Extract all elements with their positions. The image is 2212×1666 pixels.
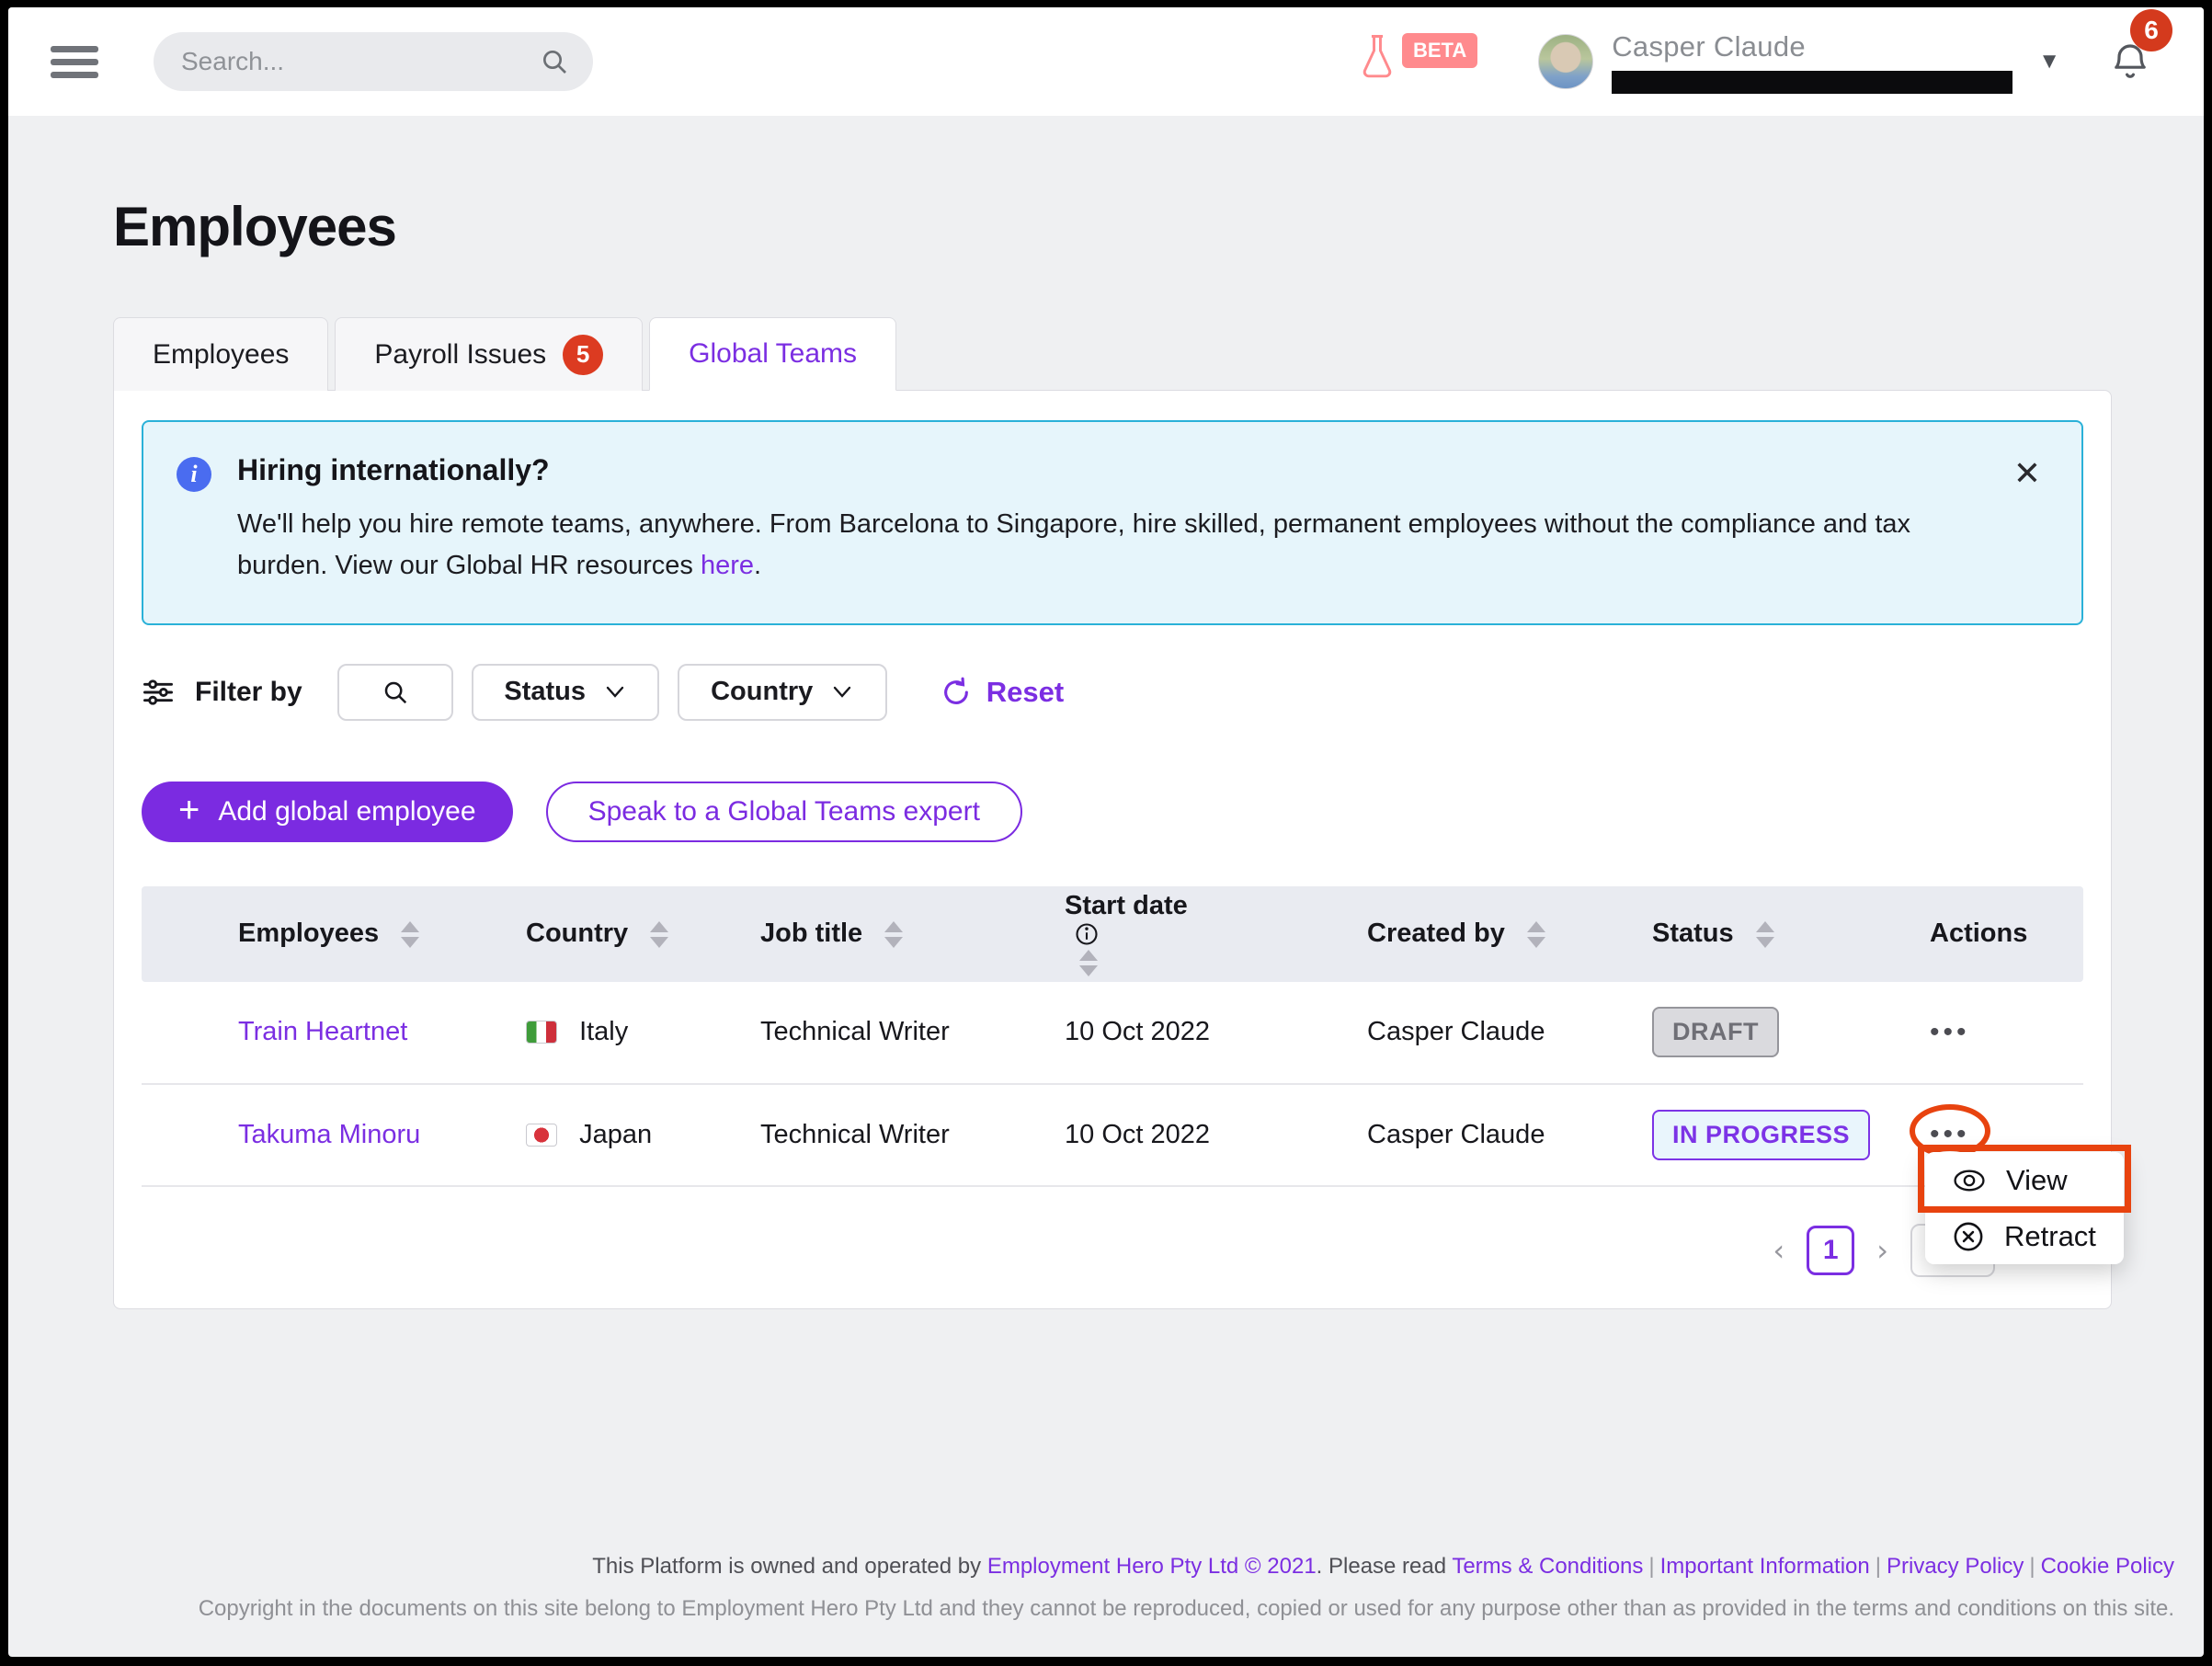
- search-icon: [382, 679, 409, 706]
- beta-badge: BETA: [1402, 33, 1477, 68]
- tab-employees[interactable]: Employees: [113, 317, 328, 391]
- table-row: Takuma Minoru Japan Technical Writer 10 …: [142, 1084, 2083, 1186]
- sort-icon[interactable]: [1756, 921, 1774, 948]
- topbar: BETA Casper Claude ▼ 6: [8, 7, 2204, 116]
- cta-row: + Add global employee Speak to a Global …: [142, 782, 2083, 842]
- footer-legal-line: This Platform is owned and operated by E…: [38, 1554, 2174, 1580]
- sort-icon[interactable]: [401, 921, 419, 948]
- footer-terms-link[interactable]: Terms & Conditions: [1452, 1554, 1643, 1579]
- tab-global-teams[interactable]: Global Teams: [649, 317, 896, 391]
- app-window: BETA Casper Claude ▼ 6 Employees Employe…: [8, 7, 2204, 1657]
- row-actions-context-menu: View Retract: [1925, 1152, 2124, 1264]
- sort-icon[interactable]: [884, 921, 903, 948]
- banner-here-link[interactable]: here: [701, 551, 754, 580]
- payroll-issues-count-badge: 5: [563, 335, 603, 375]
- footer-cookie-link[interactable]: Cookie Policy: [2041, 1554, 2174, 1579]
- employee-name-link[interactable]: Takuma Minoru: [238, 1120, 420, 1149]
- employee-name-link[interactable]: Train Heartnet: [238, 1017, 407, 1046]
- banner-body: We'll help you hire remote teams, anywhe…: [237, 504, 1971, 587]
- footer-privacy-link[interactable]: Privacy Policy: [1887, 1554, 2024, 1579]
- footer-copyright-line: Copyright in the documents on this site …: [38, 1596, 2174, 1622]
- flag-japan-icon: [526, 1124, 557, 1147]
- table-header-row: Employees Country Job title Start d: [142, 886, 2083, 982]
- filter-search-button[interactable]: [337, 664, 453, 721]
- speak-to-expert-button[interactable]: Speak to a Global Teams expert: [546, 782, 1022, 842]
- banner-text: Hiring internationally? We'll help you h…: [237, 453, 1971, 587]
- footer-important-info-link[interactable]: Important Information: [1660, 1554, 1870, 1579]
- user-name: Casper Claude: [1612, 30, 2012, 63]
- employees-table: Employees Country Job title Start d: [142, 886, 2083, 1187]
- beta-feature: BETA: [1358, 33, 1477, 81]
- main-content: Employees Employees Payroll Issues 5 Glo…: [8, 116, 2204, 1554]
- page-title: Employees: [113, 195, 2112, 258]
- tab-payroll-issues[interactable]: Payroll Issues 5: [335, 317, 643, 391]
- notifications[interactable]: 6: [2108, 39, 2152, 85]
- info-icon: i: [177, 457, 211, 492]
- footer: This Platform is owned and operated by E…: [8, 1554, 2204, 1622]
- pagination-next-icon[interactable]: ›: [1876, 1233, 1888, 1268]
- info-circle-icon[interactable]: [1074, 921, 1100, 947]
- col-header-created-by[interactable]: Created by: [1367, 886, 1652, 982]
- filter-by-label: Filter by: [195, 677, 302, 708]
- info-banner: i Hiring internationally? We'll help you…: [142, 420, 2083, 625]
- col-header-employees[interactable]: Employees: [142, 886, 526, 982]
- filter-row: Filter by Status Country: [142, 664, 2083, 721]
- pagination: ‹ 1 › 2: [142, 1224, 2083, 1277]
- row-actions-menu-button[interactable]: •••: [1930, 1017, 1970, 1047]
- filter-country-dropdown[interactable]: Country: [678, 664, 887, 721]
- close-icon[interactable]: ✕: [2013, 457, 2041, 490]
- sort-icon[interactable]: [1079, 950, 1098, 976]
- status-badge: DRAFT: [1652, 1007, 1779, 1057]
- col-header-status[interactable]: Status: [1652, 886, 1930, 982]
- global-teams-panel: i Hiring internationally? We'll help you…: [113, 390, 2112, 1309]
- search-icon[interactable]: [540, 47, 569, 76]
- menu-item-view[interactable]: View: [1925, 1152, 2124, 1208]
- eye-icon: [1953, 1168, 1986, 1193]
- sort-icon[interactable]: [1527, 921, 1545, 948]
- search-input[interactable]: [181, 47, 540, 76]
- pagination-page-current[interactable]: 1: [1807, 1226, 1854, 1275]
- status-badge: IN PROGRESS: [1652, 1110, 1870, 1160]
- table-row: Train Heartnet Italy Technical Writer 10…: [142, 982, 2083, 1084]
- avatar[interactable]: [1538, 34, 1593, 89]
- topbar-right: BETA Casper Claude ▼ 6: [1358, 30, 2165, 94]
- hamburger-menu-icon[interactable]: [51, 40, 98, 85]
- footer-company-link[interactable]: Employment Hero Pty Ltd © 2021: [987, 1554, 1317, 1579]
- col-header-actions: Actions: [1930, 886, 2083, 982]
- chevron-down-icon: [831, 685, 853, 700]
- add-global-employee-button[interactable]: + Add global employee: [142, 782, 513, 842]
- col-header-job-title[interactable]: Job title: [760, 886, 1065, 982]
- col-header-start-date[interactable]: Start date: [1065, 886, 1367, 982]
- reset-filters-button[interactable]: Reset: [941, 676, 1064, 709]
- filter-sliders-icon: [142, 678, 175, 707]
- flag-italy-icon: [526, 1021, 557, 1044]
- banner-title: Hiring internationally?: [237, 453, 1971, 487]
- row-actions-menu-button[interactable]: •••: [1930, 1119, 1970, 1149]
- pagination-prev-icon[interactable]: ‹: [1773, 1233, 1784, 1268]
- circle-x-icon: [1953, 1221, 1984, 1252]
- redacted-email: [1612, 71, 2012, 94]
- chevron-down-icon[interactable]: ▼: [2038, 49, 2060, 74]
- user-block[interactable]: Casper Claude: [1612, 30, 2012, 94]
- sort-icon[interactable]: [650, 921, 668, 948]
- notification-count-badge: 6: [2130, 9, 2172, 51]
- reset-icon: [941, 677, 972, 708]
- tab-bar: Employees Payroll Issues 5 Global Teams: [113, 317, 2112, 391]
- global-search[interactable]: [154, 32, 593, 91]
- col-header-country[interactable]: Country: [526, 886, 760, 982]
- filter-status-dropdown[interactable]: Status: [472, 664, 659, 721]
- menu-item-retract[interactable]: Retract: [1925, 1208, 2124, 1264]
- flask-icon: [1358, 33, 1397, 81]
- chevron-down-icon: [604, 685, 626, 700]
